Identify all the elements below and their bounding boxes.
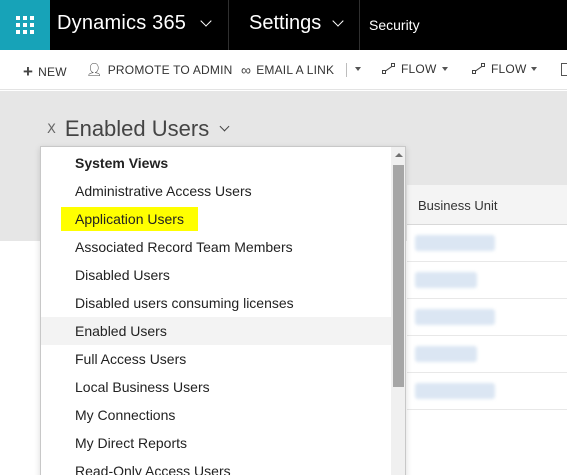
view-selector[interactable]: ⵝ Enabled Users — [47, 116, 230, 142]
redacted-cell — [415, 272, 477, 288]
dropdown-scrollbar[interactable] — [391, 147, 405, 475]
redacted-cell — [415, 346, 477, 362]
view-option-local-business-users[interactable]: Local Business Users — [41, 373, 391, 401]
promote-to-admin-button[interactable]: 👤︎ PROMOTE TO ADMIN — [86, 62, 233, 78]
nav-divider — [359, 0, 360, 50]
view-option-disabled-users-consuming-licenses[interactable]: Disabled users consuming licenses — [41, 289, 391, 317]
email-link-button-label: EMAIL A LINK — [256, 63, 335, 77]
view-option-read-only-access-users[interactable]: Read-Only Access Users — [41, 457, 391, 475]
view-option-my-direct-reports[interactable]: My Direct Reports — [41, 429, 391, 457]
link-icon: ∞ — [241, 62, 252, 78]
top-navigation-bar: Dynamics 365 Settings Security — [0, 0, 567, 50]
view-dropdown: System Views Administrative Access Users… — [40, 146, 406, 475]
email-dropdown-caret-icon[interactable] — [355, 67, 361, 71]
email-a-link-button[interactable]: ∞ EMAIL A LINK — [241, 62, 334, 78]
flow-button-label: FLOW — [401, 62, 437, 76]
waffle-icon — [16, 16, 34, 34]
view-option-associated-record-team-members[interactable]: Associated Record Team Members — [41, 233, 391, 261]
command-separator — [346, 63, 347, 77]
command-bar: + NEW 👤︎ PROMOTE TO ADMIN ∞ EMAIL A LINK… — [0, 50, 567, 90]
view-option-administrative-access-users[interactable]: Administrative Access Users — [41, 177, 391, 205]
table-row[interactable] — [407, 299, 567, 336]
highlighted-view-label: Application Users — [61, 207, 198, 231]
view-option-full-access-users[interactable]: Full Access Users — [41, 345, 391, 373]
flow-button-2[interactable]: FLOW — [472, 62, 526, 76]
overflow-command-icon[interactable] — [561, 63, 567, 76]
new-button-label: NEW — [38, 65, 67, 79]
area-name[interactable]: Settings — [249, 12, 321, 35]
table-row[interactable] — [407, 373, 567, 410]
scroll-thumb[interactable] — [393, 165, 404, 387]
area-chevron-down-icon[interactable] — [332, 15, 344, 27]
column-header-business-unit[interactable]: Business Unit — [407, 185, 567, 225]
app-launcher-button[interactable] — [0, 0, 50, 50]
flow-button-2-label: FLOW — [491, 62, 527, 76]
view-title[interactable]: Enabled Users — [65, 116, 209, 142]
flow-2-dropdown-caret-icon[interactable] — [531, 67, 537, 71]
scroll-up-arrow-icon[interactable] — [395, 153, 403, 157]
promote-button-label: PROMOTE TO ADMIN — [107, 63, 233, 77]
breadcrumb-security[interactable]: Security — [369, 17, 420, 33]
table-row[interactable] — [407, 225, 567, 262]
users-grid: Business Unit — [407, 185, 567, 475]
view-option-enabled-users[interactable]: Enabled Users — [41, 317, 391, 345]
table-row[interactable] — [407, 262, 567, 299]
view-option-application-users[interactable]: Application Users — [41, 205, 391, 233]
flow-icon — [382, 63, 396, 75]
plus-icon: + — [23, 62, 34, 81]
new-button[interactable]: + NEW — [23, 62, 67, 82]
redacted-cell — [415, 235, 495, 251]
flow-button[interactable]: FLOW — [382, 62, 436, 76]
pin-icon[interactable]: ⵝ — [47, 121, 56, 137]
view-option-disabled-users[interactable]: Disabled Users — [41, 261, 391, 289]
redacted-cell — [415, 383, 495, 399]
view-list: System Views Administrative Access Users… — [41, 147, 391, 475]
app-chevron-down-icon[interactable] — [200, 15, 212, 27]
app-name[interactable]: Dynamics 365 — [57, 12, 186, 35]
user-promote-icon: 👤︎ — [86, 62, 103, 77]
view-chevron-down-icon[interactable] — [219, 121, 230, 131]
flow-dropdown-caret-icon[interactable] — [442, 67, 448, 71]
nav-divider — [228, 0, 229, 50]
redacted-cell — [415, 309, 495, 325]
view-option-my-connections[interactable]: My Connections — [41, 401, 391, 429]
flow-icon — [472, 63, 486, 75]
table-row[interactable] — [407, 336, 567, 373]
system-views-heading: System Views — [75, 155, 169, 171]
